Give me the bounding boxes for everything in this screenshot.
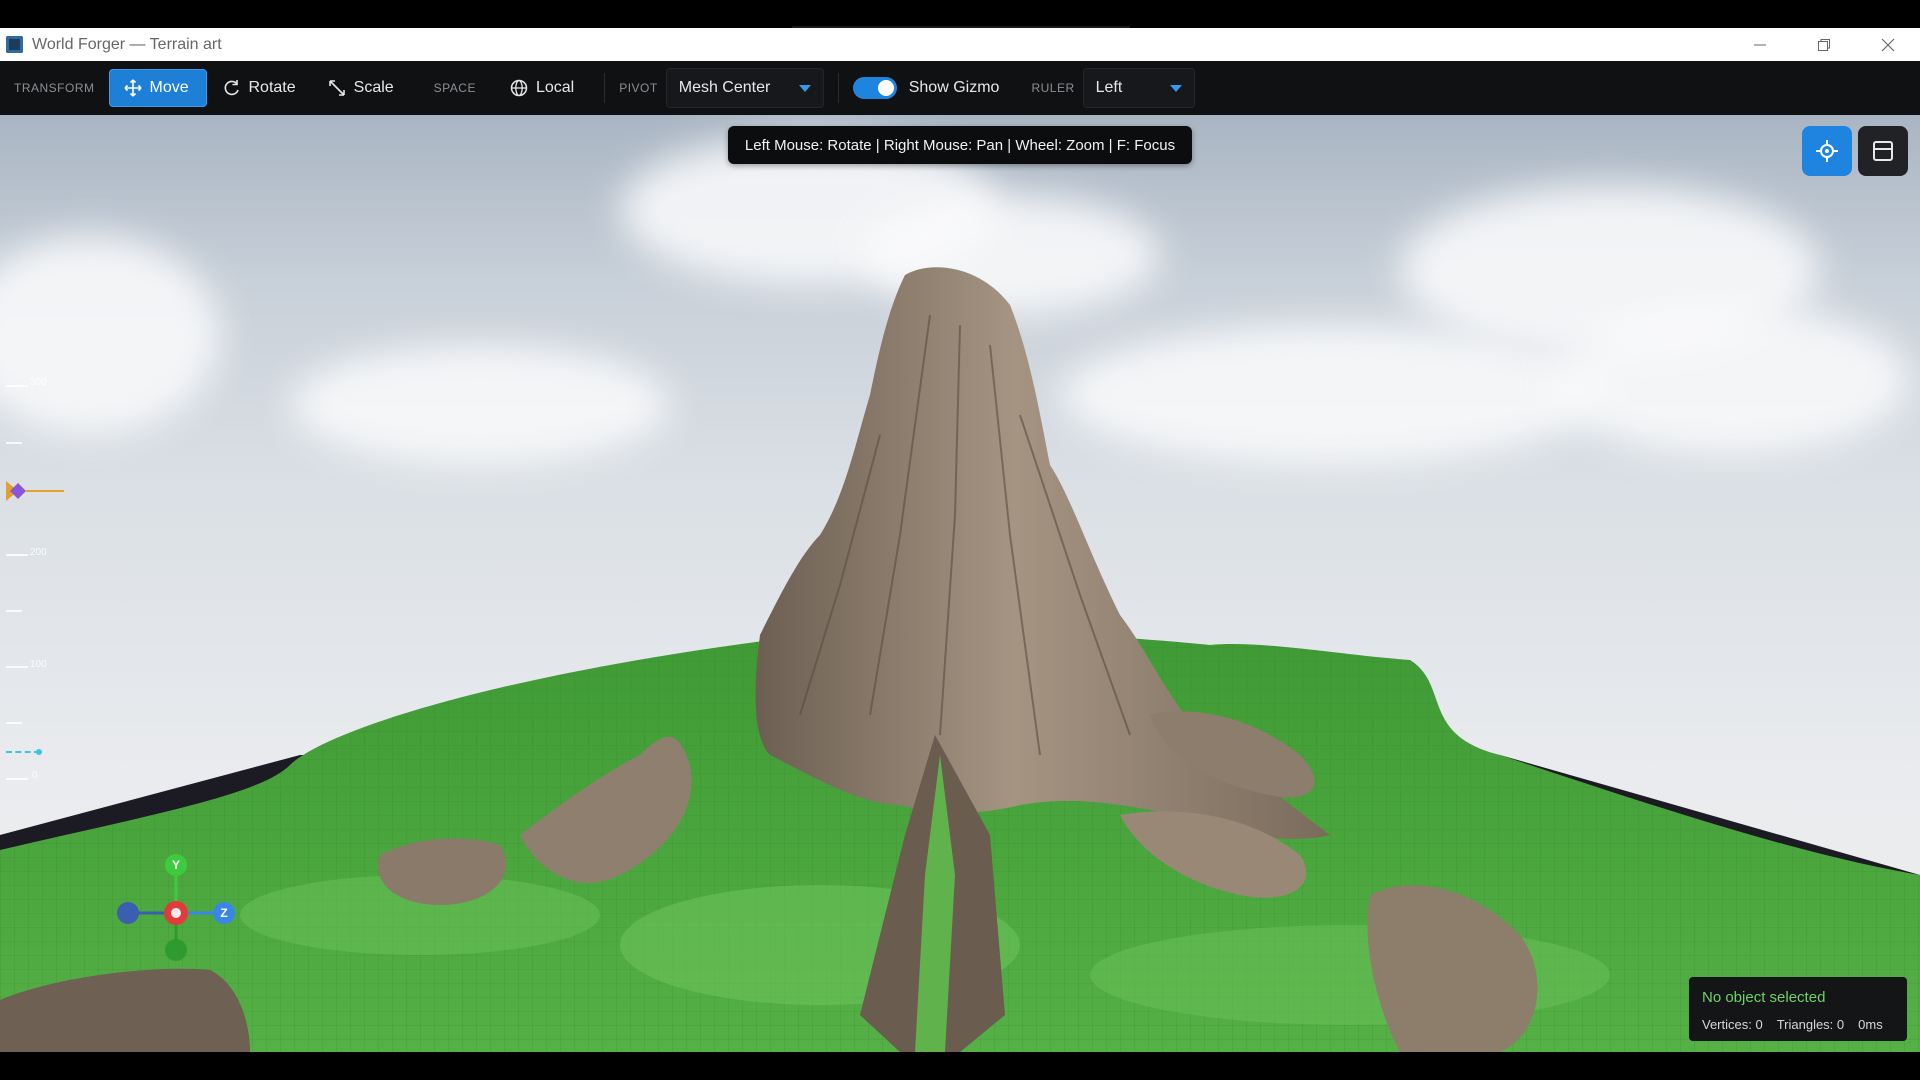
triangles-count: Triangles: 0	[1776, 1017, 1845, 1032]
move-button[interactable]: Move	[108, 69, 207, 107]
globe-icon	[510, 79, 528, 97]
axis-neg-y[interactable]	[165, 939, 187, 961]
rotate-icon	[223, 79, 241, 97]
ruler-marker	[36, 749, 42, 755]
layout-button[interactable]	[1858, 126, 1908, 176]
mesh-stats: Vertices: 0 Triangles: 0 0ms	[1702, 1017, 1883, 1032]
ruler-label: RULER	[1031, 81, 1075, 95]
window-title: World Forger — Terrain art	[32, 35, 222, 53]
toolbar-separator	[837, 73, 839, 103]
ruler-label-200: 200	[30, 547, 47, 558]
chevron-down-icon	[798, 84, 811, 92]
scale-icon	[328, 79, 346, 97]
close-icon	[1881, 38, 1895, 51]
ruler-label-0: 0	[32, 770, 38, 781]
terrain-scene	[0, 267, 1920, 1052]
scale-label: Scale	[353, 79, 394, 96]
ruler-value: Left	[1095, 79, 1123, 96]
move-label: Move	[149, 79, 189, 96]
controls-hint: Left Mouse: Rotate | Right Mouse: Pan | …	[728, 126, 1192, 164]
transform-label: TRANSFORM	[14, 81, 95, 95]
window-controls	[1728, 28, 1920, 61]
scale-button[interactable]: Scale	[314, 70, 408, 106]
ruler-tick	[6, 610, 22, 612]
ruler-tick	[6, 385, 28, 387]
ruler-dropdown[interactable]: Left	[1082, 68, 1195, 108]
title-bar: World Forger — Terrain art	[0, 28, 1920, 61]
panel-layout-icon	[1873, 141, 1893, 161]
local-space-button[interactable]: Local	[496, 70, 588, 106]
ruler-tick	[6, 442, 22, 444]
frame-time: 0ms	[1858, 1017, 1883, 1032]
axis-z-label: Z	[220, 906, 227, 920]
ruler-tick	[6, 554, 28, 556]
axis-gizmo[interactable]: Y Z	[110, 850, 240, 980]
ruler-tick	[6, 722, 22, 724]
minimize-icon	[1754, 44, 1766, 45]
app-icon	[6, 36, 23, 53]
show-gizmo-toggle[interactable]	[852, 77, 897, 99]
axis-y-label: Y	[172, 858, 180, 872]
move-icon	[123, 79, 142, 97]
status-panel: No object selected Vertices: 0 Triangles…	[1689, 977, 1907, 1041]
toolbar-separator	[604, 73, 606, 103]
axis-neg-z[interactable]	[117, 902, 139, 924]
close-button[interactable]	[1856, 28, 1920, 61]
ruler-tick	[6, 778, 28, 780]
ruler-sea-level	[6, 751, 40, 753]
vertices-count: Vertices: 0	[1702, 1017, 1763, 1032]
focus-button[interactable]	[1802, 126, 1852, 176]
transform-toolbar: TRANSFORM Move Rotate Scale SPACE Local …	[0, 61, 1920, 115]
local-label: Local	[535, 79, 575, 96]
ruler-label-100: 100	[30, 659, 47, 670]
restore-button[interactable]	[1792, 28, 1856, 61]
minimize-button[interactable]	[1728, 28, 1792, 61]
gizmo-center	[171, 908, 181, 918]
crosshair-icon	[1816, 140, 1838, 162]
space-label: SPACE	[433, 81, 476, 95]
pivot-value: Mesh Center	[678, 79, 771, 96]
camera-height-handle[interactable]	[4, 479, 64, 503]
restore-icon	[1818, 38, 1830, 51]
selection-status: No object selected	[1702, 989, 1826, 1006]
ruler-tick	[6, 666, 28, 668]
bottom-letterbox	[0, 1052, 1920, 1080]
pivot-label: PIVOT	[619, 81, 658, 95]
rotate-button[interactable]: Rotate	[209, 70, 310, 106]
show-gizmo-label: Show Gizmo	[908, 79, 1000, 96]
top-letterbox	[0, 0, 1920, 28]
scene-viewport[interactable]: 300 200 100 0 Left Mouse: Rotate | Right…	[0, 115, 1920, 1052]
chevron-down-icon	[1169, 84, 1182, 92]
rotate-label: Rotate	[248, 79, 296, 96]
height-ruler: 300 200 100 0	[0, 115, 80, 1052]
pivot-dropdown[interactable]: Mesh Center	[665, 68, 824, 108]
ruler-label-300: 300	[30, 377, 47, 388]
